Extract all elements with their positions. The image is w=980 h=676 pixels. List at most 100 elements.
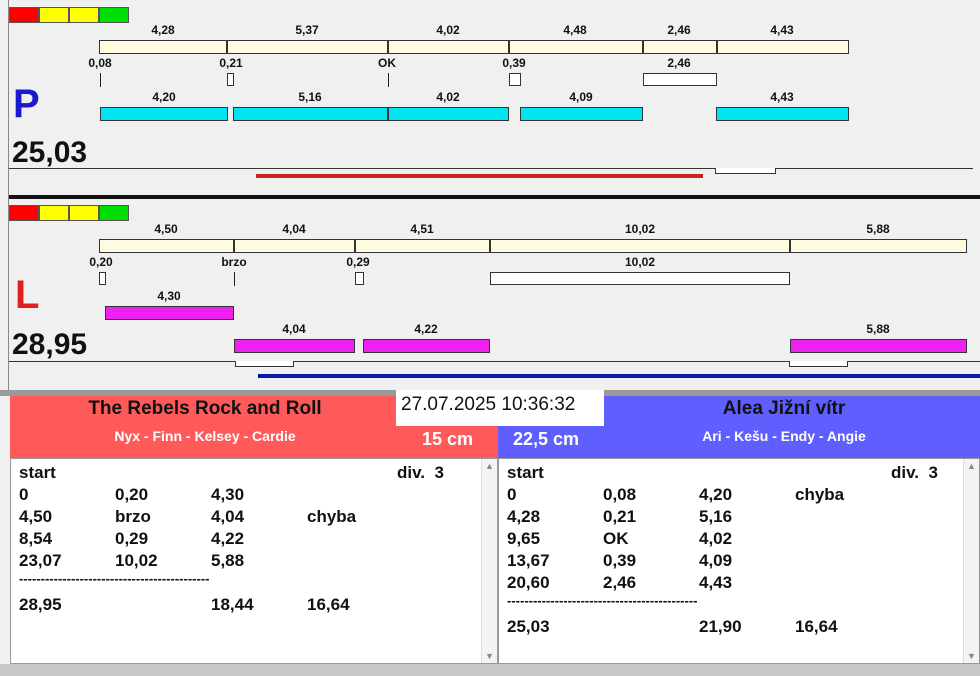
left-team-distance: 15 cm	[422, 429, 474, 449]
cell: 0,21	[603, 507, 637, 526]
right-scrollbar[interactable]: ▲ ▼	[963, 459, 979, 663]
cell: 4,50	[19, 507, 53, 526]
cell: 9,65	[507, 529, 541, 548]
l-mid-label: 10,02	[624, 255, 656, 269]
l-mid-label: 0,29	[346, 255, 370, 269]
l-progress-line	[258, 374, 980, 378]
cell: 0,08	[603, 485, 637, 504]
l-end-marker	[789, 361, 848, 367]
l-row1-label: 4,30	[157, 289, 181, 303]
cell: 20,60	[507, 573, 550, 592]
l-start-marker	[235, 361, 294, 367]
l-reaction-box	[355, 272, 364, 285]
right-team-members: Ari - Kešu - Endy - Angie	[702, 428, 866, 444]
list-item: 0 0,20 4,30	[19, 485, 479, 507]
l-top-label: 4,04	[282, 222, 306, 236]
l-top-label: 4,50	[154, 222, 178, 236]
cell: 13,67	[507, 551, 550, 570]
scroll-down-icon[interactable]: ▼	[967, 651, 976, 661]
p-reaction-box	[227, 73, 234, 86]
l-row2-label: 4,22	[414, 322, 438, 336]
lane-p-total-time: 25,03	[12, 136, 88, 169]
p-top-label: 4,48	[563, 23, 587, 37]
list-item: 20,60 2,46 4,43	[507, 573, 957, 595]
timing-area: 4,28 5,37 4,02 4,48 2,46 4,43 0,08 0,21 …	[8, 0, 980, 390]
cell: 0,29	[115, 529, 149, 548]
left-scrollbar[interactable]: ▲ ▼	[481, 459, 497, 663]
l-mid-label: brzo	[221, 255, 247, 269]
p-bottom-label: 5,16	[298, 90, 322, 104]
l-row2-label: 5,88	[866, 322, 890, 336]
p-top-label: 2,46	[667, 23, 691, 37]
cell: OK	[603, 529, 629, 548]
p-cyan-segment	[100, 107, 228, 121]
cell: 23,07	[19, 551, 62, 570]
l-magenta-segment	[363, 339, 490, 353]
cell: 0,39	[603, 551, 637, 570]
lane-l-total-time: 28,95	[12, 328, 88, 361]
cell: 5,88	[211, 551, 245, 570]
totals-row: 25,03 21,90 16,64	[507, 617, 957, 639]
cell: 16,64	[307, 595, 350, 614]
p-mid-label: 0,08	[88, 56, 112, 70]
list-item: 4,50 brzo 4,04 chyba	[19, 507, 479, 529]
l-bar-segment	[790, 239, 967, 253]
cell: 4,20	[699, 485, 733, 504]
l-magenta-segment	[790, 339, 967, 353]
scroll-up-icon[interactable]: ▲	[485, 461, 494, 471]
l-row2-label: 4,04	[282, 322, 306, 336]
right-team-name: Alea Jižní vítr	[722, 398, 846, 419]
list-item: 23,07 10,02 5,88	[19, 551, 479, 573]
l-reaction-tick	[234, 272, 235, 286]
yellow-lamp-p-1	[39, 7, 69, 23]
bottom-border	[0, 664, 980, 676]
cell: 4,28	[507, 507, 541, 526]
p-mid-label: 0,39	[502, 56, 526, 70]
l-top-label: 5,88	[866, 222, 890, 236]
cell: 0	[507, 485, 517, 504]
p-bottom-label: 4,09	[569, 90, 593, 104]
p-reaction-tick	[388, 73, 389, 87]
cell: 21,90	[699, 617, 742, 636]
p-mid-label: 2,46	[667, 56, 691, 70]
list-header: start div. 3	[19, 463, 479, 485]
p-end-marker	[715, 168, 776, 174]
l-reaction-box	[99, 272, 106, 285]
p-top-label: 4,43	[770, 23, 794, 37]
green-lamp-l	[99, 205, 129, 221]
separator-line: ----------------------------------------…	[19, 571, 210, 586]
p-bottom-label: 4,02	[436, 90, 460, 104]
cell: chyba	[307, 507, 357, 526]
cell: 0	[19, 485, 29, 504]
scroll-up-icon[interactable]: ▲	[967, 461, 976, 471]
p-reaction-box	[643, 73, 717, 86]
green-lamp-p	[99, 7, 129, 23]
lane-p-letter: P	[13, 82, 40, 126]
p-baseline	[9, 168, 973, 169]
left-results-list[interactable]: start div. 3 0 0,20 4,30 4,50 brzo 4,04 …	[10, 458, 498, 664]
p-cyan-segment	[716, 107, 849, 121]
lane-divider	[9, 195, 980, 199]
l-reaction-box	[490, 272, 790, 285]
l-top-label: 4,51	[410, 222, 434, 236]
l-bar-segment	[355, 239, 490, 253]
scroll-down-icon[interactable]: ▼	[485, 651, 494, 661]
division-label: div. 3	[397, 463, 444, 482]
cell: 4,04	[211, 507, 245, 526]
p-bar-segment	[99, 40, 227, 54]
p-top-label: 4,02	[436, 23, 460, 37]
p-top-label: 5,37	[295, 23, 319, 37]
p-cyan-segment	[388, 107, 509, 121]
list-item: 13,67 0,39 4,09	[507, 551, 957, 573]
list-item: 8,54 0,29 4,22	[19, 529, 479, 551]
cell: chyba	[795, 485, 845, 504]
cell: 4,22	[211, 529, 245, 548]
right-results-list[interactable]: start div. 3 0 0,08 4,20 chyba 4,28 0,21…	[498, 458, 980, 664]
l-bar-segment	[490, 239, 790, 253]
red-lamp-l	[9, 205, 39, 221]
left-team-name: The Rebels Rock and Roll	[88, 398, 322, 419]
start-label: start	[507, 463, 544, 482]
lane-l-letter: L	[15, 273, 40, 317]
p-reaction-box	[509, 73, 521, 86]
p-bottom-label: 4,43	[770, 90, 794, 104]
